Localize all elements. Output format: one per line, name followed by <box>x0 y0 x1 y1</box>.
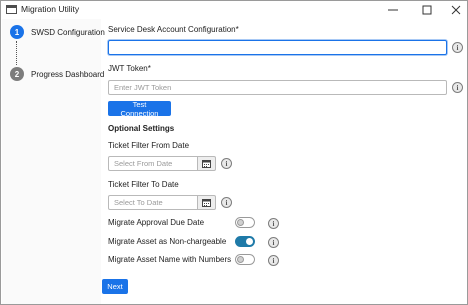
toggle-knob <box>246 238 253 245</box>
toggle-knob <box>237 256 244 263</box>
to-date-label: Ticket Filter To Date <box>108 180 179 189</box>
toggle-approval-due-date[interactable] <box>235 217 255 228</box>
to-date-picker <box>108 195 216 210</box>
from-date-picker <box>108 156 216 171</box>
step-connector <box>16 41 17 65</box>
step-number-badge: 1 <box>10 25 24 39</box>
maximize-button[interactable] <box>412 1 442 18</box>
toggle-label-approval-due-date: Migrate Approval Due Date <box>108 218 205 227</box>
account-config-label: Service Desk Account Configuration* <box>108 25 239 34</box>
window-title: Migration Utility <box>21 4 80 14</box>
app-window-icon <box>6 5 17 14</box>
info-icon[interactable]: i <box>268 255 279 266</box>
step-label: SWSD Configuration <box>31 27 105 37</box>
toggle-asset-name-numbers[interactable] <box>235 254 255 265</box>
minimize-button[interactable] <box>378 1 408 18</box>
toggle-label-asset-name-numbers: Migrate Asset Name with Numbers <box>108 255 232 264</box>
title-bar[interactable]: Migration Utility <box>1 1 467 18</box>
info-icon[interactable]: i <box>221 197 232 208</box>
account-config-input[interactable] <box>108 40 447 55</box>
close-icon <box>451 5 461 14</box>
toggle-label-asset-non-chargeable: Migrate Asset as Non-chargeable <box>108 237 227 246</box>
step-progress-dashboard[interactable]: 2 Progress Dashboard <box>10 67 104 81</box>
info-icon[interactable]: i <box>268 237 279 248</box>
close-button[interactable] <box>441 1 468 18</box>
app-window: Migration Utility 1 SWSD Configuration 2… <box>0 0 468 305</box>
calendar-icon <box>202 159 211 168</box>
optional-settings-heading: Optional Settings <box>108 124 175 133</box>
step-swsd-configuration[interactable]: 1 SWSD Configuration <box>10 25 105 39</box>
info-icon[interactable]: i <box>452 82 463 93</box>
maximize-icon <box>422 5 432 14</box>
toggle-asset-non-chargeable[interactable] <box>235 236 255 247</box>
info-icon[interactable]: i <box>452 42 463 53</box>
test-connection-button[interactable]: Test Connection <box>108 100 171 118</box>
from-date-input[interactable] <box>108 156 198 171</box>
step-number-badge: 2 <box>10 67 24 81</box>
info-icon[interactable]: i <box>221 158 232 169</box>
configuration-form: Service Desk Account Configuration* i JW… <box>101 19 467 304</box>
calendar-icon <box>202 198 211 207</box>
wizard-sidebar: 1 SWSD Configuration 2 Progress Dashboar… <box>2 19 105 304</box>
next-button[interactable]: Next <box>102 279 128 294</box>
info-icon[interactable]: i <box>268 218 279 229</box>
jwt-token-label: JWT Token* <box>108 64 151 73</box>
step-label: Progress Dashboard <box>31 69 105 79</box>
to-date-input[interactable] <box>108 195 198 210</box>
to-date-calendar-button[interactable] <box>198 195 216 210</box>
minimize-icon <box>388 9 398 10</box>
toggle-knob <box>237 219 244 226</box>
from-date-label: Ticket Filter From Date <box>108 141 190 150</box>
from-date-calendar-button[interactable] <box>198 156 216 171</box>
jwt-token-input[interactable] <box>108 80 447 95</box>
